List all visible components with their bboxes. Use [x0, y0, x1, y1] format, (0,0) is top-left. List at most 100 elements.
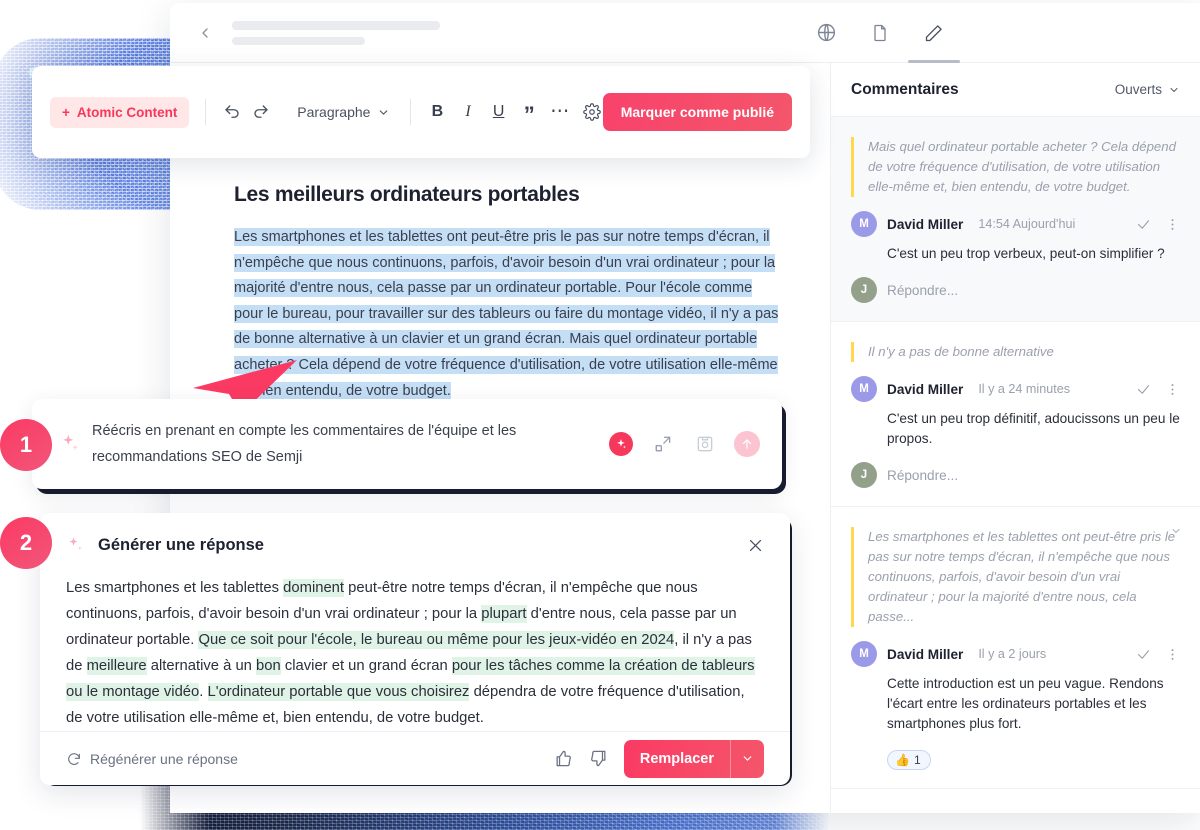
- replace-button[interactable]: Remplacer: [623, 739, 764, 778]
- formatting-toolbar: + Atomic Content Paragraphe B I U ” ⋯ Ma…: [32, 66, 810, 158]
- check-icon[interactable]: [1136, 647, 1151, 662]
- atomic-content-label: Atomic Content: [76, 104, 178, 120]
- paragraph-style-label: Paragraphe: [297, 104, 371, 120]
- comment-quote-text: Mais quel ordinateur portable acheter ? …: [868, 139, 1176, 194]
- more-options-button[interactable]: ⋯: [550, 97, 571, 127]
- gear-icon[interactable]: [582, 97, 603, 127]
- chevron-left-icon[interactable]: [192, 20, 218, 46]
- paragraph-style-select[interactable]: Paragraphe: [293, 104, 394, 120]
- comment-quote-text: Il n'y a pas de bonne alternative: [868, 344, 1054, 359]
- more-vertical-icon[interactable]: [1165, 382, 1180, 397]
- comments-list: Mais quel ordinateur portable acheter ? …: [831, 117, 1200, 789]
- generated-text-segment: clavier et un grand écran: [280, 658, 452, 674]
- plus-icon: +: [62, 104, 70, 120]
- prompt-card: Réécris en prenant en compte les comment…: [32, 399, 782, 489]
- comment-actions: [1136, 217, 1180, 232]
- page-title: Les meilleurs ordinateurs portables: [234, 183, 580, 206]
- generate-panel-header: Générer une réponse: [40, 513, 790, 555]
- breadcrumb: [232, 20, 440, 45]
- send-button[interactable]: [734, 431, 760, 457]
- globe-icon[interactable]: [814, 21, 838, 45]
- generate-panel-body: Les smartphones et les tablettes dominen…: [40, 555, 790, 731]
- comment-thread[interactable]: Mais quel ordinateur portable acheter ? …: [831, 117, 1200, 322]
- comment-timestamp: Il y a 2 jours: [978, 647, 1047, 661]
- generate-panel-footer-actions: Remplacer: [554, 739, 790, 778]
- thumb-down-icon[interactable]: [589, 749, 608, 768]
- comment-reply-row[interactable]: J Répondre...: [851, 462, 1180, 488]
- generated-text-segment: .: [199, 684, 208, 700]
- generated-text-segment: Les smartphones et les tablettes: [66, 580, 284, 596]
- reply-avatar: J: [851, 277, 877, 303]
- chevron-down-icon[interactable]: [730, 739, 764, 778]
- comment-header: M David Miller Il y a 24 minutes: [851, 376, 1180, 402]
- pencil-icon[interactable]: [908, 21, 960, 63]
- comment-thread[interactable]: Il n'y a pas de bonne alternative M David …: [831, 322, 1200, 507]
- close-icon[interactable]: [747, 537, 764, 554]
- magic-sparkle-button[interactable]: [608, 431, 634, 457]
- thumb-up-icon[interactable]: [554, 749, 573, 768]
- more-vertical-icon[interactable]: [1165, 647, 1180, 662]
- top-bar-actions: [814, 21, 1178, 63]
- expand-button[interactable]: [650, 431, 676, 457]
- comment-author: David Miller: [887, 381, 964, 397]
- comment-header: M David Miller 14:54 Aujourd'hui: [851, 211, 1180, 237]
- sparkle-icon: [66, 535, 86, 555]
- comment-text: C'est un peu trop verbeux, peut-on simpl…: [887, 246, 1165, 261]
- refresh-icon: [68, 752, 80, 765]
- comments-pane: Commentaires Ouverts Mais quel ordinateu…: [830, 63, 1200, 813]
- underline-button[interactable]: U: [488, 97, 509, 127]
- comments-header: Commentaires Ouverts: [831, 63, 1200, 117]
- document-paragraph[interactable]: Les smartphones et les tablettes ont peu…: [234, 225, 784, 404]
- reply-input[interactable]: Répondre...: [887, 468, 958, 483]
- save-button[interactable]: [692, 431, 718, 457]
- redo-icon[interactable]: [251, 97, 272, 127]
- avatar: M: [851, 376, 877, 402]
- comment-author: David Miller: [887, 646, 964, 662]
- comments-filter-dropdown[interactable]: Ouverts: [1115, 82, 1180, 97]
- prompt-text: Réécris en prenant en compte les comment…: [92, 423, 517, 465]
- thumb-up-emoji: 👍: [895, 753, 910, 767]
- chevron-down-icon: [380, 109, 388, 115]
- reply-avatar: J: [851, 462, 877, 488]
- quote-button[interactable]: ”: [519, 97, 540, 127]
- document-icon[interactable]: [868, 21, 892, 45]
- bold-button[interactable]: B: [427, 97, 448, 127]
- atomic-content-button[interactable]: + Atomic Content: [50, 96, 190, 128]
- comments-filter-label: Ouverts: [1114, 82, 1162, 97]
- breadcrumb-skeleton-line-1: [232, 20, 440, 30]
- generate-response-panel: Générer une réponse Les smartphones et l…: [40, 513, 790, 785]
- prompt-actions: [608, 431, 760, 457]
- italic-button[interactable]: I: [458, 97, 479, 127]
- publish-button[interactable]: Marquer comme publié: [602, 93, 792, 131]
- avatar: M: [851, 211, 877, 237]
- comment-text: Cette introduction est un peu vague. Ren…: [887, 676, 1164, 731]
- check-icon[interactable]: [1136, 217, 1151, 232]
- comment-quote: Il n'y a pas de bonne alternative: [851, 342, 1180, 362]
- comment-reply-row[interactable]: J Répondre...: [851, 277, 1180, 303]
- avatar: M: [851, 641, 877, 667]
- undo-icon[interactable]: [222, 97, 243, 127]
- regenerate-button[interactable]: Régénérer une réponse: [66, 751, 238, 767]
- check-icon[interactable]: [1136, 382, 1151, 397]
- breadcrumb-skeleton-line-2: [232, 36, 365, 45]
- more-vertical-icon[interactable]: [1165, 217, 1180, 232]
- generated-text-highlight: dominent: [283, 579, 345, 597]
- reaction-count: 1: [913, 753, 921, 767]
- comment-quote: Mais quel ordinateur portable acheter ? …: [851, 137, 1180, 197]
- comment-timestamp: Il y a 24 minutes: [978, 382, 1071, 396]
- regenerate-label: Régénérer une réponse: [90, 750, 238, 767]
- comment-header: M David Miller Il y a 2 jours: [851, 641, 1180, 667]
- generated-text-highlight: plupart: [481, 605, 527, 623]
- comment-quote: Les smartphones et les tablettes ont peu…: [851, 527, 1180, 627]
- reply-input[interactable]: Répondre...: [887, 283, 958, 298]
- generated-text-highlight: bon: [256, 657, 281, 675]
- top-bar: [170, 3, 1200, 63]
- comments-title: Commentaires: [851, 80, 959, 98]
- reaction-badge[interactable]: 👍 1: [887, 750, 931, 770]
- comment-text: C'est un peu trop définitif, adoucissons…: [887, 411, 1180, 446]
- step-badge-1: 1: [0, 419, 52, 471]
- comment-thread[interactable]: Les smartphones et les tablettes ont peu…: [831, 507, 1200, 789]
- comment-author: David Miller: [887, 216, 964, 232]
- generate-panel-footer: Régénérer une réponse Remplacer: [40, 731, 790, 785]
- comment-actions: [1136, 382, 1180, 397]
